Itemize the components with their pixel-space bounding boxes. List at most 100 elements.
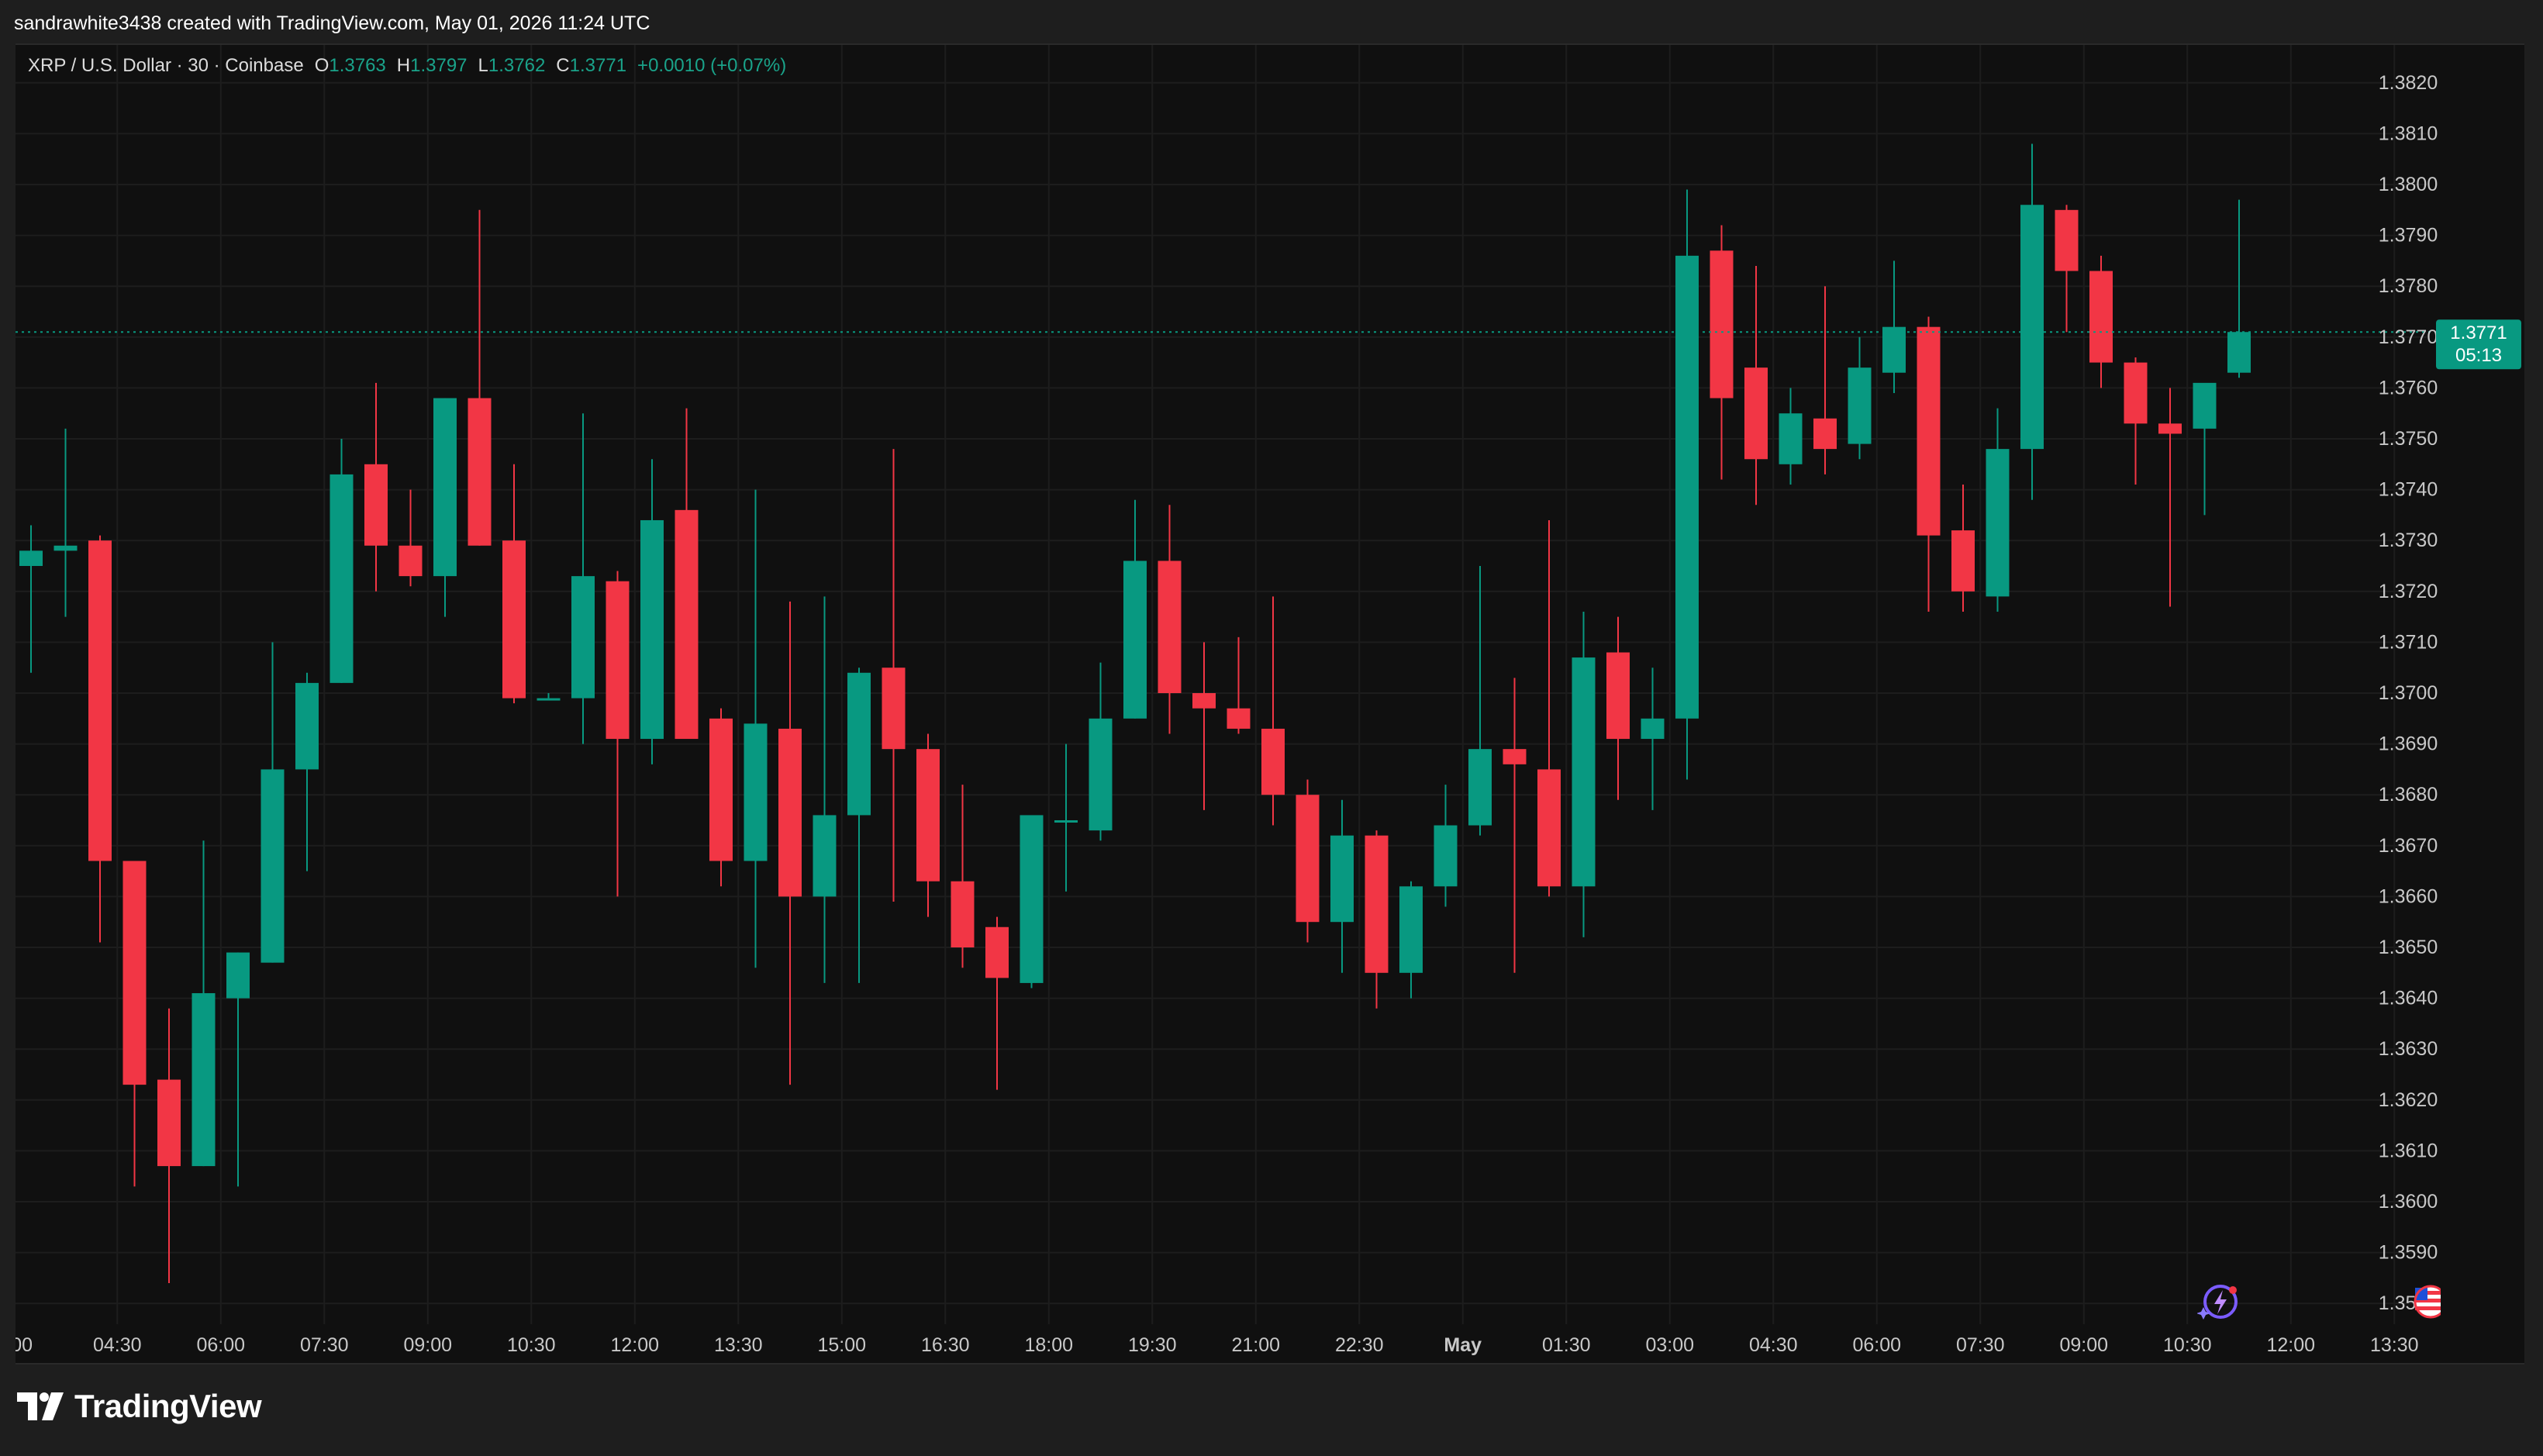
candle-body	[1123, 561, 1147, 719]
candle-body	[2055, 209, 2079, 271]
time-tick-label: 04:30	[1749, 1334, 1798, 1356]
candle-body	[1675, 255, 1699, 719]
time-tick-label: 06:00	[196, 1334, 245, 1356]
candle-body	[606, 581, 630, 740]
price-tick-label: 1.3800	[2379, 174, 2438, 195]
price-tick-label: 1.3660	[2379, 885, 2438, 907]
price-tick-label: 1.3620	[2379, 1089, 2438, 1111]
price-tick-label: 1.3810	[2379, 122, 2438, 144]
candle-body	[1917, 326, 1941, 536]
time-tick-label: 04:30	[93, 1334, 142, 1356]
symbol-legend: XRP / U.S. Dollar · 30 · Coinbase O1.3763…	[28, 51, 786, 81]
change-value: +0.0010 (+0.07%)	[637, 55, 787, 76]
time-tick-label: 18:00	[1024, 1334, 1073, 1356]
price-tick-label: 1.3670	[2379, 835, 2438, 857]
candle-body	[1468, 749, 1492, 826]
candle-body	[882, 668, 906, 750]
price-tick-label: 1.3680	[2379, 784, 2438, 806]
price-tick-label: 1.3820	[2379, 72, 2438, 94]
last-price-tag: 1.3771 05:13	[2436, 319, 2521, 370]
candle-body	[2124, 362, 2148, 424]
price-tick-label: 1.3760	[2379, 377, 2438, 399]
time-axis: 3:00 04:30 06:00 07:30 09:00 10:30 12:00 13:30 1…	[16, 1334, 2419, 1356]
bar-countdown: 05:13	[2455, 345, 2502, 366]
candle-body	[261, 769, 285, 963]
candle-body	[433, 398, 457, 577]
time-tick-label: 22:30	[1335, 1334, 1384, 1356]
time-tick-label: 21:00	[1231, 1334, 1280, 1356]
close-label: C	[556, 55, 570, 76]
tradingview-logo-icon	[17, 1392, 64, 1420]
time-tick-label: 10:30	[507, 1334, 556, 1356]
time-tick-label: 01:30	[1542, 1334, 1591, 1356]
candle-body	[2020, 205, 2044, 450]
candle-body	[985, 926, 1009, 978]
time-tick-label: 03:00	[1645, 1334, 1694, 1356]
price-tick-label: 1.3750	[2379, 428, 2438, 450]
candle-body	[468, 398, 492, 546]
price-tick-label: 1.3720	[2379, 581, 2438, 602]
candle-body	[847, 672, 871, 816]
open-label: O	[314, 55, 330, 76]
candle-body	[640, 519, 664, 740]
candle-body	[1330, 835, 1354, 923]
candle-body	[2227, 332, 2251, 373]
candle-body	[157, 1079, 181, 1167]
high-label: H	[396, 55, 411, 76]
candle-body	[192, 993, 216, 1167]
us-flag-icon[interactable]	[2410, 1281, 2441, 1323]
attribution-text: sandrawhite3438 created with TradingView…	[14, 12, 650, 34]
candle-body	[1641, 718, 1665, 740]
candle-body	[1020, 815, 1044, 983]
time-tick-label: 12:00	[2266, 1334, 2315, 1356]
time-tick-label: 16:30	[921, 1334, 970, 1356]
candle-body	[1503, 749, 1527, 764]
candle-body	[1572, 657, 1596, 887]
brand-name: TradingView	[74, 1388, 262, 1424]
time-tick-label: 13:30	[714, 1334, 763, 1356]
price-tick-label: 1.3640	[2379, 988, 2438, 1009]
price-tick-label: 1.3780	[2379, 275, 2438, 297]
price-tick-label: 1.3590	[2379, 1242, 2438, 1264]
lightning-icon[interactable]	[2197, 1281, 2239, 1323]
symbol-title[interactable]: XRP / U.S. Dollar · 30 · Coinbase	[28, 55, 304, 76]
candle-body	[226, 952, 250, 999]
candle-body	[330, 474, 354, 683]
time-tick-label: 10:30	[2163, 1334, 2212, 1356]
candle-body	[813, 815, 837, 897]
candlestick-chart[interactable]: 1.35801.35901.36001.36101.36201.36301.36…	[16, 45, 2524, 1363]
candle-body	[53, 545, 78, 551]
candle-body	[2089, 271, 2113, 363]
time-tick-label: 09:00	[403, 1334, 452, 1356]
chart-frame[interactable]: 1.3580 1.3590 1.3600 1.3610 1.3620 1.3630 1.36…	[16, 43, 2524, 1365]
candle-body	[364, 464, 388, 546]
time-tick-label: 07:30	[300, 1334, 349, 1356]
tradingview-logo[interactable]: TradingView	[17, 1388, 262, 1425]
candle-body	[571, 576, 595, 699]
candle-body	[2158, 423, 2182, 434]
time-tick-label: 15:00	[817, 1334, 866, 1356]
candle-body	[1813, 418, 1837, 450]
candle-body	[951, 881, 975, 947]
candle-body	[1710, 250, 1734, 399]
time-tick-label: 07:30	[1956, 1334, 2005, 1356]
price-tick-label: 1.3610	[2379, 1140, 2438, 1161]
candle-body	[1365, 835, 1389, 973]
candle-body	[1089, 718, 1113, 831]
price-tick-label: 1.3600	[2379, 1191, 2438, 1213]
candle-body	[1296, 795, 1320, 923]
time-tick-label: 12:00	[610, 1334, 659, 1356]
candle-body	[675, 509, 699, 740]
candle-body	[1054, 820, 1078, 823]
last-price-tag-value: 1.3771	[2450, 323, 2507, 343]
time-tick-label: 13:30	[2370, 1334, 2419, 1356]
price-tick-label: 1.3630	[2379, 1038, 2438, 1060]
candle-body	[916, 749, 940, 882]
low-value: 1.3762	[488, 55, 546, 76]
time-tick-label: 3:00	[16, 1334, 33, 1356]
candle-body	[1434, 825, 1458, 887]
candle-body	[1779, 413, 1803, 464]
candle-body	[1227, 708, 1251, 729]
close-value: 1.3771	[569, 55, 627, 76]
price-tick-label: 1.3790	[2379, 225, 2438, 247]
